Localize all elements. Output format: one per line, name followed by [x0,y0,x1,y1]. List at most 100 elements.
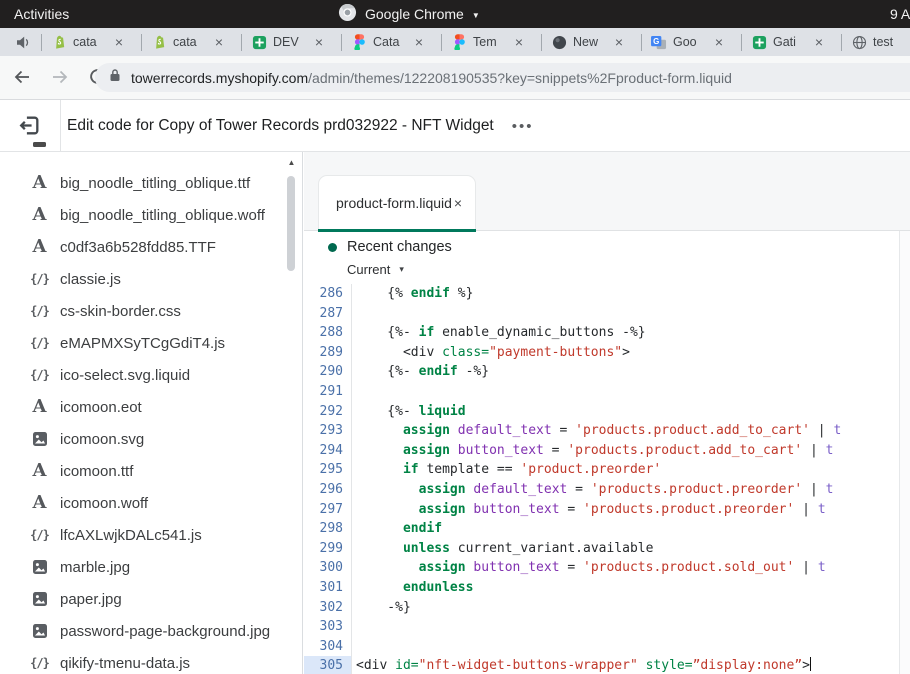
tab-title: Cata [373,35,409,49]
code-line-293[interactable]: 293 assign default_text = 'products.prod… [304,421,899,441]
forward-button[interactable] [51,68,69,86]
code-line-286[interactable]: 286 {% endif %} [304,284,899,304]
file-item-ico-select.svg.liquid[interactable]: {/}ico-select.svg.liquid [0,359,282,391]
file-name: marble.jpg [60,559,130,576]
line-number: 297 [304,500,352,520]
browser-tab-Goo[interactable]: GGoo× [642,28,732,56]
tab-title: Gati [773,35,809,49]
code-line-text: {% endif %} [352,284,473,304]
code-line-294[interactable]: 294 assign button_text = 'products.produ… [304,441,899,461]
app-menu[interactable]: Google Chrome ▼ [338,0,480,28]
file-item-icomoon.ttf[interactable]: Aicomoon.ttf [0,455,282,487]
address-bar[interactable]: towerrecords.myshopify.com/admin/themes/… [95,63,910,92]
file-item-big_noodle_titling_oblique.ttf[interactable]: Abig_noodle_titling_oblique.ttf [0,167,282,199]
code-line-text [352,637,356,657]
browser-tab-Gati[interactable]: Gati × [742,28,832,56]
code-line-287[interactable]: 287 [304,304,899,324]
code-line-298[interactable]: 298 endif [304,519,899,539]
code-line-290[interactable]: 290 {%- endif -%} [304,362,899,382]
browser-tab-cata[interactable]: cata× [42,28,132,56]
file-item-classie.js[interactable]: {/}classie.js [0,263,282,295]
line-number: 289 [304,343,352,363]
file-item-icomoon.woff[interactable]: Aicomoon.woff [0,487,282,519]
code-line-303[interactable]: 303 [304,617,899,637]
code-line-300[interactable]: 300 assign button_text = 'products.produ… [304,558,899,578]
code-line-305[interactable]: 305<div id="nft-widget-buttons-wrapper" … [304,656,899,674]
font-file-icon: A [30,494,49,512]
recent-changes-label: Recent changes [347,239,452,255]
code-line-text: assign default_text = 'products.product.… [352,421,841,441]
page-title: Edit code for Copy of Tower Records prd0… [67,117,494,135]
tab-close-icon[interactable]: × [815,35,823,49]
editor-scrollbar[interactable] [899,231,910,674]
file-item-big_noodle_titling_oblique.woff[interactable]: Abig_noodle_titling_oblique.woff [0,199,282,231]
code-line-299[interactable]: 299 unless current_variant.available [304,539,899,559]
exit-code-editor-button[interactable] [17,113,42,138]
file-item-icomoon.svg[interactable]: icomoon.svg [0,423,282,455]
lock-icon[interactable] [109,68,121,87]
image-file-icon [30,431,49,447]
browser-tab-New[interactable]: New× [542,28,632,56]
editor-tab-product-form[interactable]: product-form.liquid × [318,175,476,231]
browser-tab-DEV[interactable]: DEV× [242,28,332,56]
scroll-up-arrow-icon[interactable]: ▲ [285,159,298,167]
browser-tab-test[interactable]: test× [842,28,910,56]
font-file-icon: A [30,398,49,416]
line-number: 287 [304,304,352,324]
code-line-302[interactable]: 302 -%} [304,598,899,618]
tab-close-icon[interactable]: × [315,35,323,49]
line-number: 292 [304,402,352,422]
image-file-icon [30,623,49,639]
code-line-292[interactable]: 292 {%- liquid [304,402,899,422]
file-item-paper.jpg[interactable]: paper.jpg [0,583,282,615]
file-name: eMAPMXSyTCgGdiT4.js [60,335,225,352]
code-line-297[interactable]: 297 assign button_text = 'products.produ… [304,500,899,520]
tab-close-icon[interactable]: × [715,35,723,49]
activities-button[interactable]: Activities [14,0,69,28]
sidebar-scrollbar[interactable]: ▲ [285,154,298,674]
screen: Activities Google Chrome ▼ 9 A cata×cata… [0,0,910,674]
code-line-301[interactable]: 301 endunless [304,578,899,598]
tab-close-icon[interactable]: × [615,35,623,49]
code-line-304[interactable]: 304 [304,637,899,657]
font-file-icon: A [30,206,49,224]
code-line-289[interactable]: 289 <div class="payment-buttons"> [304,343,899,363]
file-item-c0df3a6b528fdd85.TTF[interactable]: Ac0df3a6b528fdd85.TTF [0,231,282,263]
code-line-291[interactable]: 291 [304,382,899,402]
browser-tab-Cata[interactable]: Cata × [342,28,432,56]
code-text-area[interactable]: 286 {% endif %}287288 {%- if enable_dyna… [304,282,899,674]
browser-tab-cata[interactable]: cata× [142,28,232,56]
scrollbar-thumb[interactable] [287,176,295,271]
file-item-eMAPMXSyTCgGdiT4.js[interactable]: {/} eMAPMXSyTCgGdiT4.js [0,327,282,359]
code-line-text: {%- liquid [352,402,466,422]
tab-close-icon[interactable]: × [215,35,223,49]
image-file-icon [30,559,49,575]
file-item-cs-skin-border.css[interactable]: {/}cs-skin-border.css [0,295,282,327]
code-line-296[interactable]: 296 assign default_text = 'products.prod… [304,480,899,500]
file-item-password-page-background.jpg[interactable]: password-page-background.jpg [0,615,282,647]
file-sidebar: Abig_noodle_titling_oblique.ttfAbig_nood… [0,152,303,674]
file-item-marble.jpg[interactable]: marble.jpg [0,551,282,583]
file-name: password-page-background.jpg [60,623,270,640]
file-name: lfcAXLwjkDALc541.js [60,527,202,544]
overflow-menu-button[interactable]: ••• [512,118,534,135]
tab-close-icon[interactable]: × [515,35,523,49]
app-menu-label: Google Chrome [365,6,464,22]
code-line-295[interactable]: 295 if template == 'product.preorder' [304,460,899,480]
tab-close-icon[interactable]: × [415,35,423,49]
back-button[interactable] [13,68,31,86]
code-line-text: endunless [352,578,473,598]
code-file-icon: {/} [30,336,49,350]
code-line-288[interactable]: 288 {%- if enable_dynamic_buttons -%} [304,323,899,343]
header-divider [60,100,61,151]
editor-tab-close-icon[interactable]: × [454,176,462,230]
file-item-lfcAXLwjkDALc541.js[interactable]: {/}lfcAXLwjkDALc541.js [0,519,282,551]
file-item-qikify-tmenu-data.js[interactable]: {/}qikify-tmenu-data.js [0,647,282,674]
file-item-icomoon.eot[interactable]: Aicomoon.eot [0,391,282,423]
shopify-favicon-icon [151,34,167,50]
translate-favicon-icon: G [651,35,667,50]
tab-close-icon[interactable]: × [115,35,123,49]
version-dropdown[interactable]: Current ▾ [347,262,404,277]
browser-tab-Tem[interactable]: Tem× [442,28,532,56]
speaker-icon[interactable] [17,36,32,49]
